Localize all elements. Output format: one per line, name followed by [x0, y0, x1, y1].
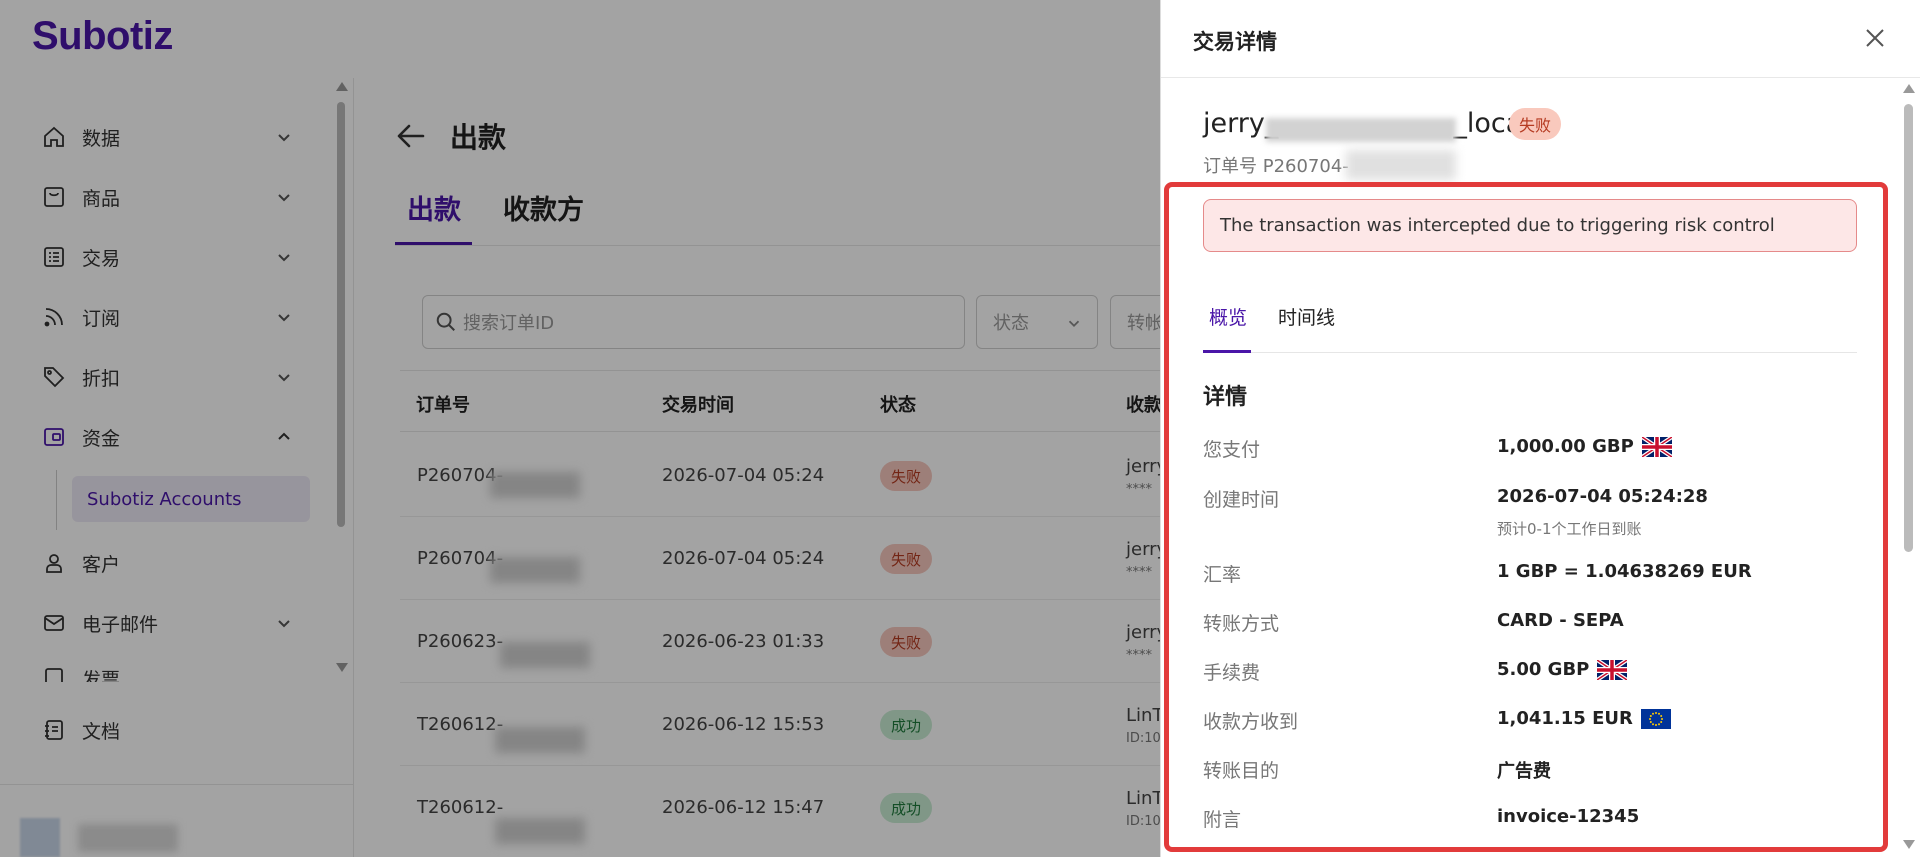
payee-name-redacted [1266, 118, 1456, 142]
order-number-redacted [1346, 150, 1456, 180]
drawer-scrollbar[interactable] [1900, 80, 1916, 857]
drawer-header: 交易详情 [1161, 0, 1920, 78]
scroll-down-arrow-icon[interactable] [1903, 840, 1915, 849]
annotation-highlight-box [1164, 182, 1888, 852]
status-badge: 失败 [1509, 108, 1562, 140]
scrollbar-thumb[interactable] [1904, 104, 1913, 552]
drawer-title: 交易详情 [1193, 30, 1277, 54]
scroll-up-arrow-icon[interactable] [1903, 84, 1915, 93]
modal-overlay[interactable] [0, 0, 1160, 857]
close-icon[interactable] [1861, 24, 1889, 52]
order-number: 订单号 P260704- [1203, 156, 1349, 177]
